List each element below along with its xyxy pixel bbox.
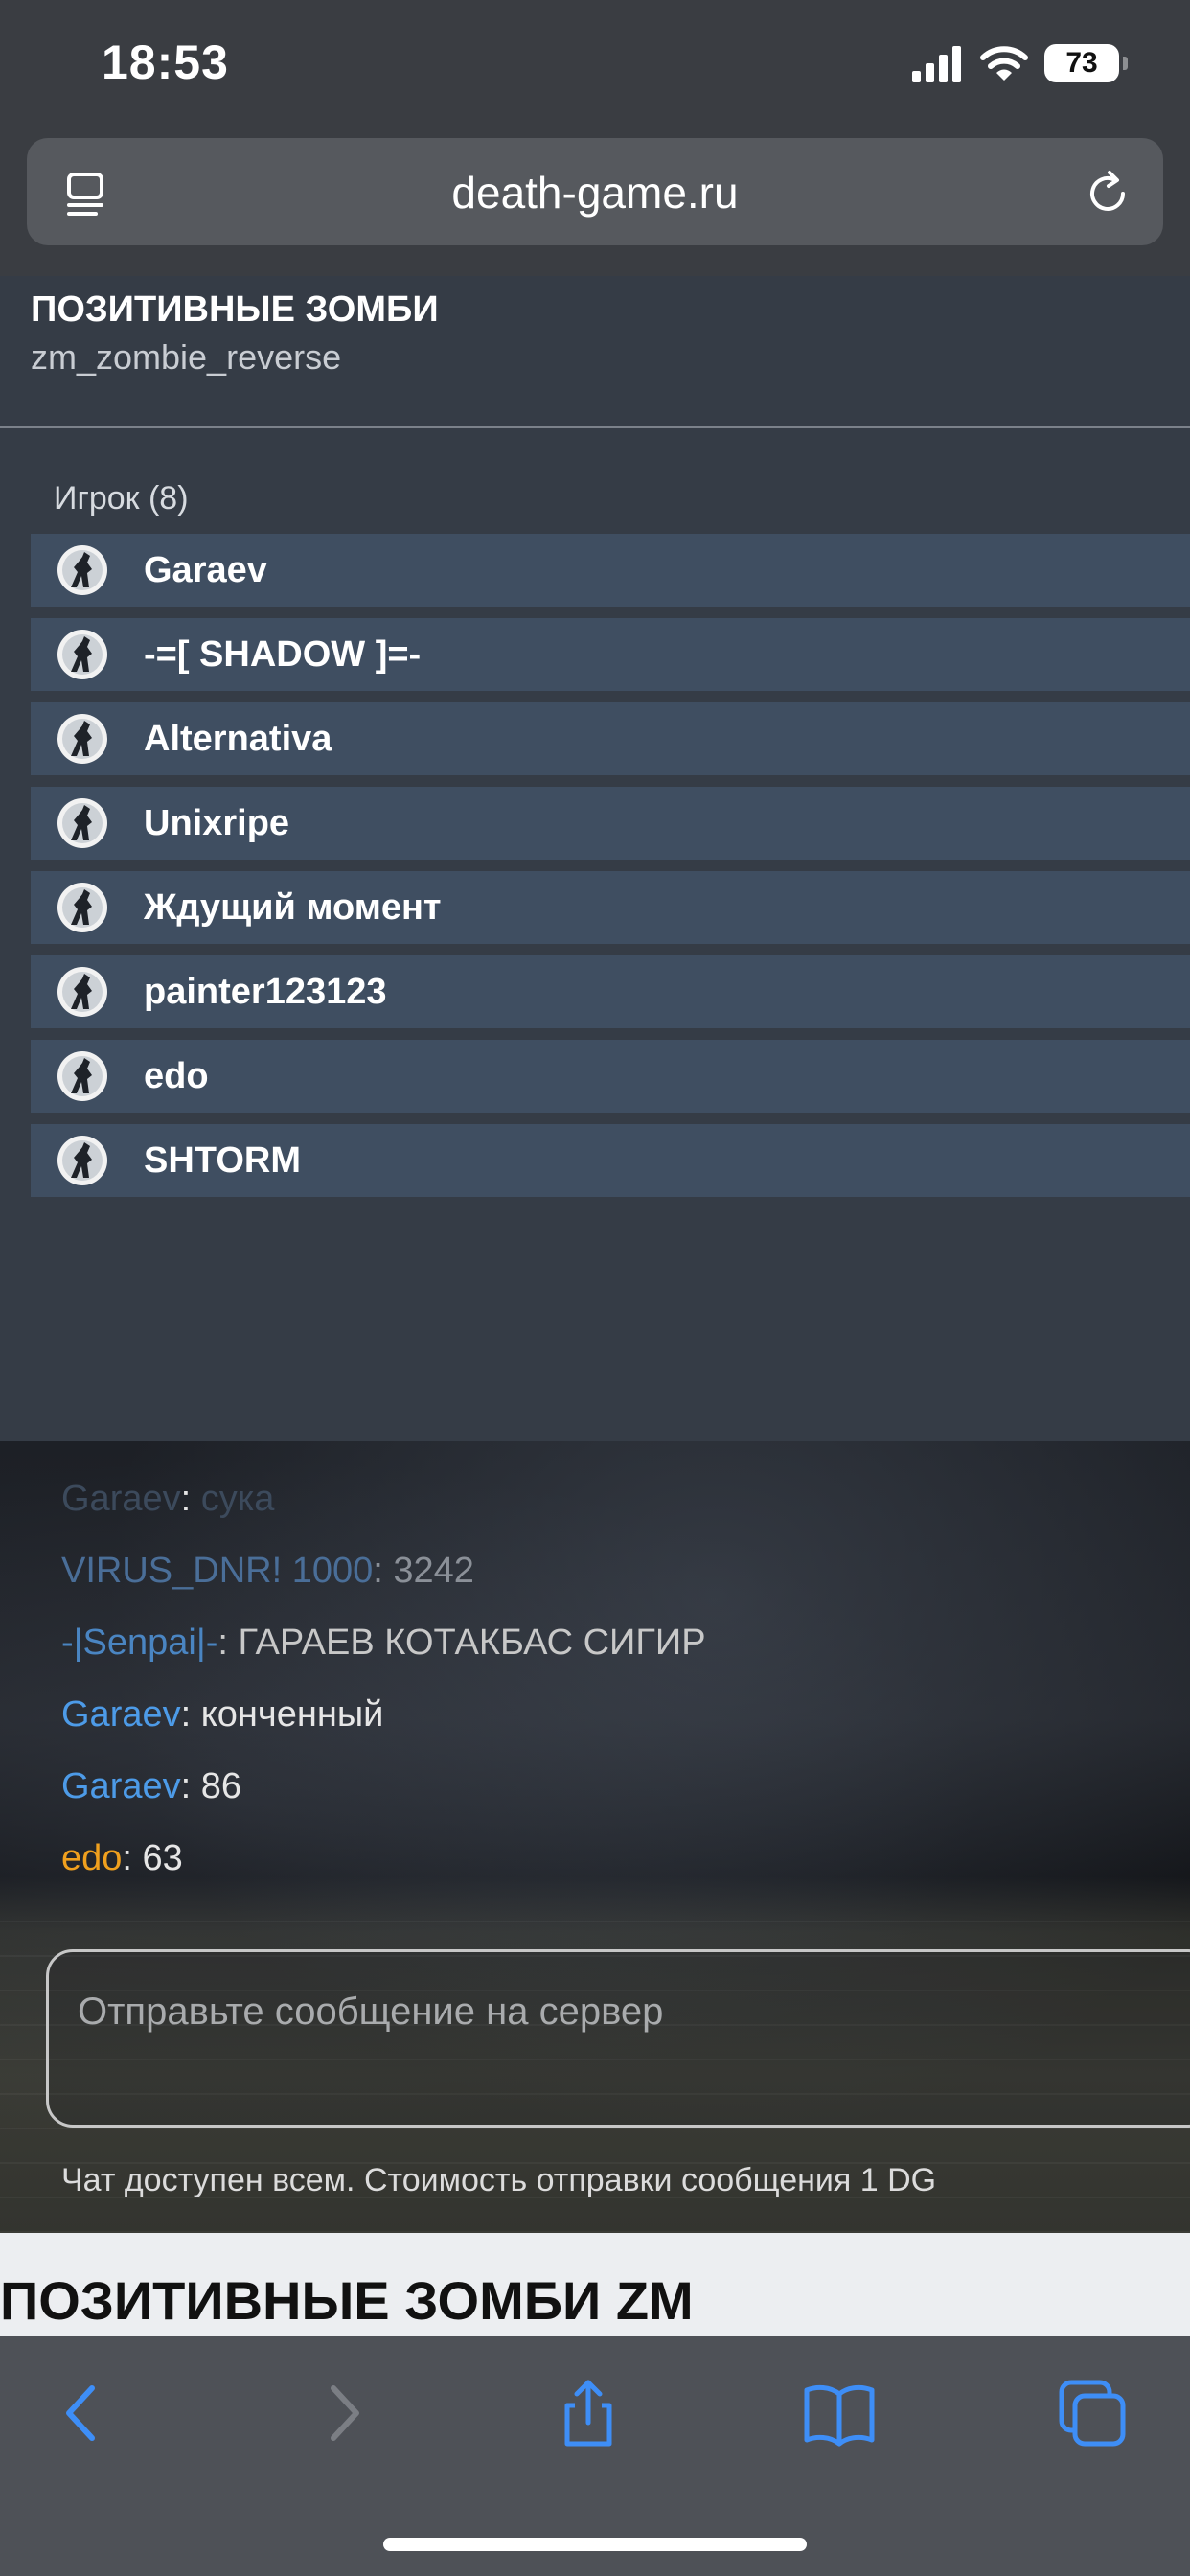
player-row[interactable]: Garaev [31, 534, 1190, 607]
url-text[interactable]: death-game.ru [27, 167, 1163, 218]
chat-text: конченный [200, 1694, 384, 1735]
browser-top-bar: death-game.ru [0, 134, 1190, 276]
players-title: Игрок (8) [54, 480, 189, 517]
server-name: ПОЗИТИВНЫЕ ЗОМБИ [31, 289, 439, 330]
player-row[interactable]: painter123123 [31, 955, 1190, 1028]
player-row[interactable]: -=[ SHADOW ]=- [31, 618, 1190, 691]
player-name: -=[ SHADOW ]=- [144, 633, 422, 675]
signal-icon [912, 46, 961, 82]
chat-messages: Garaev: сука VIRUS_DNR! 1000: 3242 -|Sen… [61, 1470, 1163, 1901]
chat-author[interactable]: Garaev [61, 1479, 181, 1519]
chat-message: Garaev: конченный [61, 1686, 1163, 1758]
chat-author[interactable]: -|Senpai|- [61, 1622, 217, 1663]
counter-strike-icon [57, 545, 107, 595]
player-row[interactable]: SHTORM [31, 1124, 1190, 1197]
player-name: painter123123 [144, 971, 387, 1012]
share-icon[interactable] [550, 2375, 627, 2451]
player-name: edo [144, 1055, 209, 1096]
chat-text: 86 [200, 1766, 242, 1806]
player-row[interactable]: Ждущий момент [31, 871, 1190, 944]
chat-message: edo: 63 [61, 1829, 1163, 1901]
chat-separator: : [180, 1694, 201, 1735]
counter-strike-icon [57, 883, 107, 932]
chat-message: VIRUS_DNR! 1000: 3242 [61, 1542, 1163, 1614]
reload-icon[interactable] [1081, 167, 1134, 220]
chat-message: Garaev: 86 [61, 1758, 1163, 1829]
message-input[interactable]: Отправьте сообщение на сервер [46, 1949, 1190, 2128]
counter-strike-icon [57, 630, 107, 679]
chat-separator: : [180, 1766, 201, 1806]
player-name: Garaev [144, 549, 267, 590]
counter-strike-icon [57, 714, 107, 764]
chat-author[interactable]: Garaev [61, 1694, 181, 1735]
chat-note: Чат доступен всем. Стоимость отправки со… [61, 2162, 937, 2198]
chat-message: Garaev: сука [61, 1470, 1163, 1542]
chat-separator: : [373, 1551, 394, 1591]
back-arrow-icon[interactable] [46, 2375, 123, 2451]
chat-separator: : [122, 1838, 143, 1878]
chat-message: -|Senpai|-: ГАРАЕВ КОТАКБАС СИГИР [61, 1614, 1163, 1686]
message-input-placeholder: Отправьте сообщение на сервер [78, 1990, 664, 2033]
chat-separator: : [217, 1622, 239, 1663]
server-header: ПОЗИТИВНЫЕ ЗОМБИ zm_zombie_reverse [0, 276, 1190, 427]
player-name: SHTORM [144, 1139, 301, 1181]
player-list: Garaev -=[ SHADOW ]=- Alternativa Unixri… [31, 534, 1190, 1208]
status-time: 18:53 [102, 35, 229, 89]
chat-text: 63 [142, 1838, 183, 1878]
chat-separator: : [180, 1479, 201, 1519]
player-row[interactable]: Alternativa [31, 702, 1190, 775]
battery-level: 73 [1065, 47, 1098, 79]
chat-author[interactable]: edo [61, 1838, 122, 1878]
counter-strike-icon [57, 1051, 107, 1101]
player-name: Unixripe [144, 802, 290, 843]
counter-strike-icon [57, 1136, 107, 1185]
battery-icon: 73 [1044, 44, 1128, 82]
status-icons: 73 [910, 42, 1128, 84]
status-bar: 18:53 73 [0, 0, 1190, 134]
bookmarks-icon[interactable] [801, 2375, 878, 2451]
server-map: zm_zombie_reverse [31, 337, 342, 377]
players-panel: Игрок (8) Garaev -=[ SHADOW ]=- Alternat… [0, 428, 1190, 1441]
forward-arrow-icon[interactable] [303, 2375, 379, 2451]
player-row[interactable]: edo [31, 1040, 1190, 1113]
chat-author[interactable]: Garaev [61, 1766, 181, 1806]
tabs-icon[interactable] [1054, 2375, 1131, 2451]
chat-text: ГАРАЕВ КОТАКБАС СИГИР [238, 1622, 706, 1663]
address-bar[interactable]: death-game.ru [27, 138, 1163, 245]
player-name: Alternativa [144, 718, 332, 759]
page-section: ПОЗИТИВНЫЕ ЗОМБИ ZM [0, 2233, 1190, 2336]
wifi-icon [980, 46, 1028, 80]
chat-author[interactable]: VIRUS_DNR! 1000 [61, 1551, 373, 1591]
counter-strike-icon [57, 798, 107, 848]
page-heading: ПОЗИТИВНЫЕ ЗОМБИ ZM [0, 2270, 694, 2331]
chat-text: 3242 [393, 1551, 474, 1591]
counter-strike-icon [57, 967, 107, 1017]
chat-area: Garaev: сука VIRUS_DNR! 1000: 3242 -|Sen… [0, 1441, 1190, 2233]
player-row[interactable]: Unixripe [31, 787, 1190, 860]
player-name: Ждущий момент [144, 886, 442, 928]
browser-bottom-toolbar [0, 2336, 1190, 2576]
home-indicator [383, 2538, 807, 2551]
chat-text: сука [200, 1479, 275, 1519]
